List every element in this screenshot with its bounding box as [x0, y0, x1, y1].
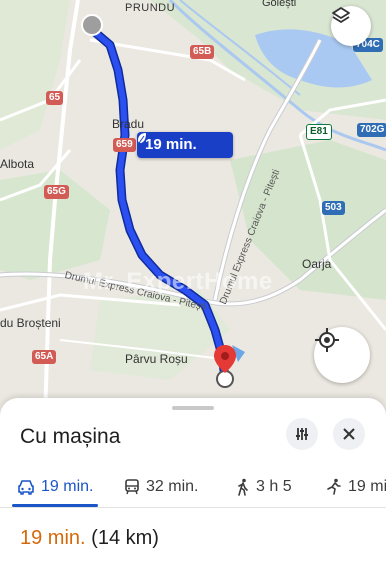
tab-cycling[interactable]: 19 mi [326, 472, 386, 502]
tab-driving[interactable]: 19 min. [17, 472, 93, 502]
walk-icon [238, 478, 248, 496]
transit-icon [125, 479, 139, 495]
place-prundu: PRUNDU [125, 2, 176, 14]
car-icon [18, 480, 34, 495]
road-shield-65b: 65B [190, 45, 215, 59]
drag-handle[interactable] [172, 406, 214, 410]
route-duration-label[interactable]: 19 min. [137, 132, 233, 158]
route-summary-time: 19 min. [20, 527, 86, 549]
road-shield-e81: E81 [306, 124, 332, 140]
road-shield-659: 659 [113, 138, 136, 152]
layers-icon [332, 7, 350, 23]
route-summary: 19 min. (14 km) [20, 527, 159, 550]
map-view[interactable]: PRUNDU Golești Bradu Albota Oarja du Bro… [0, 0, 386, 420]
road-shield-65g: 65G [44, 185, 69, 199]
divider [0, 507, 386, 508]
directions-sheet: Cu mașina 19 min. 32 min. 3 h 5 19 mi 19… [0, 398, 386, 563]
close-icon [343, 428, 355, 440]
place-oarja: Oarja [302, 257, 332, 271]
place-bradu: Bradu [112, 117, 145, 131]
tab-walking[interactable]: 3 h 5 [236, 472, 292, 502]
tune-icon [296, 428, 308, 440]
place-golesti: Golești [262, 0, 297, 9]
close-button[interactable] [333, 418, 365, 450]
route-options-button[interactable] [286, 418, 318, 450]
tab-cycling-label: 19 mi [348, 478, 386, 495]
origin-marker [81, 14, 103, 36]
eco-leaf-icon [138, 133, 146, 144]
sheet-title: Cu mașina [20, 425, 121, 448]
tab-walking-label: 3 h 5 [256, 478, 292, 495]
crosshair-icon [315, 328, 339, 352]
road-shield-702g: 702G [357, 123, 386, 137]
my-location-button[interactable] [314, 327, 370, 383]
route-summary-distance: (14 km) [91, 527, 159, 549]
layers-button[interactable] [331, 6, 371, 46]
tab-transit-label: 32 min. [146, 478, 199, 495]
destination-pin-icon[interactable] [212, 343, 238, 389]
road-shield-503: 503 [322, 201, 345, 215]
watermark: Mr. ExpertHome [83, 268, 273, 295]
tab-driving-label: 19 min. [41, 478, 94, 495]
place-albota: Albota [0, 157, 35, 171]
travel-mode-tabs: 19 min. 32 min. 3 h 5 19 mi [0, 472, 386, 502]
route-duration-text: 19 min. [145, 136, 197, 153]
bike-icon [327, 478, 341, 495]
road-shield-65a: 65A [32, 350, 57, 364]
tab-transit[interactable]: 32 min. [124, 472, 198, 502]
road-shield-65: 65 [46, 91, 64, 105]
place-du-brosteni: du Broșteni [0, 316, 61, 330]
place-parvu-rosu: Pârvu Roșu [125, 352, 188, 366]
